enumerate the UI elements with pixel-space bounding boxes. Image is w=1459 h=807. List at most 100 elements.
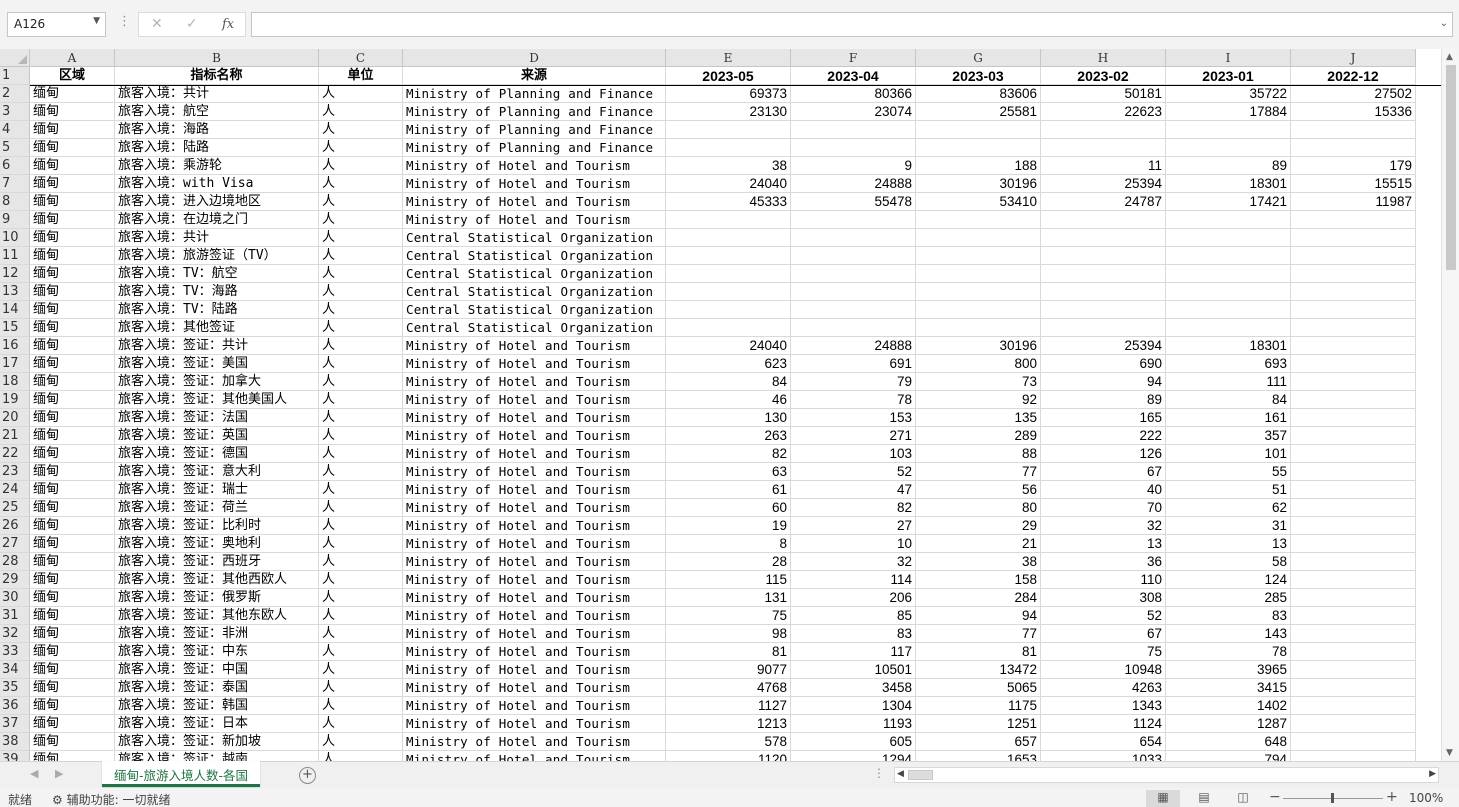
table-cell[interactable]: Ministry of Hotel and Tourism: [403, 409, 666, 427]
row-header[interactable]: 28: [0, 553, 30, 571]
table-cell[interactable]: Ministry of Hotel and Tourism: [403, 211, 666, 229]
table-cell[interactable]: [1041, 211, 1166, 229]
table-cell[interactable]: 222: [1041, 427, 1166, 445]
row-header[interactable]: 38: [0, 733, 30, 751]
table-cell[interactable]: 13472: [916, 661, 1041, 679]
table-cell[interactable]: 357: [1166, 427, 1291, 445]
table-cell[interactable]: 80: [916, 499, 1041, 517]
table-cell[interactable]: 人: [319, 553, 403, 571]
table-cell[interactable]: 缅甸: [30, 175, 115, 193]
table-cell[interactable]: [791, 265, 916, 283]
table-cell[interactable]: 缅甸: [30, 679, 115, 697]
normal-view-icon[interactable]: ▦: [1146, 790, 1180, 807]
table-cell[interactable]: 旅客入境：签证：其他美国人: [115, 391, 319, 409]
table-cell[interactable]: [1166, 139, 1291, 157]
table-cell[interactable]: 70: [1041, 499, 1166, 517]
row-header[interactable]: 18: [0, 373, 30, 391]
row-header[interactable]: 9: [0, 211, 30, 229]
table-cell[interactable]: [1291, 445, 1416, 463]
table-cell[interactable]: 4768: [666, 679, 791, 697]
table-cell[interactable]: 旅客入境：签证：其他东欧人: [115, 607, 319, 625]
column-header-e[interactable]: E: [666, 49, 791, 67]
table-cell[interactable]: 1251: [916, 715, 1041, 733]
row-header[interactable]: 37: [0, 715, 30, 733]
table-cell[interactable]: 缅甸: [30, 193, 115, 211]
table-cell[interactable]: [1041, 301, 1166, 319]
row-header[interactable]: 34: [0, 661, 30, 679]
table-cell[interactable]: 1653: [916, 751, 1041, 761]
table-cell[interactable]: [1041, 139, 1166, 157]
table-cell[interactable]: [1291, 697, 1416, 715]
table-cell[interactable]: 缅甸: [30, 517, 115, 535]
table-cell[interactable]: 83: [1166, 607, 1291, 625]
table-cell[interactable]: 15336: [1291, 103, 1416, 121]
table-cell[interactable]: 188: [916, 157, 1041, 175]
table-cell[interactable]: 人: [319, 103, 403, 121]
table-cell[interactable]: 缅甸: [30, 427, 115, 445]
header-cell[interactable]: 2023-02: [1041, 67, 1166, 85]
table-cell[interactable]: 人: [319, 121, 403, 139]
table-cell[interactable]: Ministry of Hotel and Tourism: [403, 157, 666, 175]
table-cell[interactable]: 22623: [1041, 103, 1166, 121]
row-header[interactable]: 31: [0, 607, 30, 625]
table-cell[interactable]: [1166, 229, 1291, 247]
table-cell[interactable]: 旅客入境：航空: [115, 103, 319, 121]
table-cell[interactable]: 11987: [1291, 193, 1416, 211]
table-cell[interactable]: 60: [666, 499, 791, 517]
table-cell[interactable]: [791, 283, 916, 301]
table-cell[interactable]: [1041, 319, 1166, 337]
table-cell[interactable]: 人: [319, 697, 403, 715]
table-cell[interactable]: 17421: [1166, 193, 1291, 211]
column-header-d[interactable]: D: [403, 49, 666, 67]
table-cell[interactable]: 4263: [1041, 679, 1166, 697]
table-cell[interactable]: 51: [1166, 481, 1291, 499]
column-header-j[interactable]: J: [1291, 49, 1416, 67]
table-cell[interactable]: [916, 121, 1041, 139]
scroll-up-icon[interactable]: ▲: [1446, 52, 1453, 62]
table-cell[interactable]: [916, 211, 1041, 229]
table-cell[interactable]: Ministry of Hotel and Tourism: [403, 445, 666, 463]
table-cell[interactable]: [666, 211, 791, 229]
table-cell[interactable]: 53410: [916, 193, 1041, 211]
table-cell[interactable]: 13: [1041, 535, 1166, 553]
table-cell[interactable]: 缅甸: [30, 355, 115, 373]
table-cell[interactable]: 1175: [916, 697, 1041, 715]
table-cell[interactable]: 缅甸: [30, 139, 115, 157]
table-cell[interactable]: [1291, 517, 1416, 535]
table-cell[interactable]: 9077: [666, 661, 791, 679]
table-cell[interactable]: 旅客入境：签证：泰国: [115, 679, 319, 697]
table-cell[interactable]: 人: [319, 517, 403, 535]
table-cell[interactable]: 人: [319, 715, 403, 733]
table-cell[interactable]: 1127: [666, 697, 791, 715]
table-cell[interactable]: 24040: [666, 175, 791, 193]
table-cell[interactable]: Ministry of Hotel and Tourism: [403, 481, 666, 499]
table-cell[interactable]: 旅客入境：TV：航空: [115, 265, 319, 283]
table-cell[interactable]: [916, 229, 1041, 247]
table-cell[interactable]: 人: [319, 85, 403, 103]
table-cell[interactable]: [1291, 265, 1416, 283]
table-cell[interactable]: [1291, 481, 1416, 499]
zoom-level[interactable]: 100%: [1409, 791, 1443, 805]
header-cell[interactable]: 2023-01: [1166, 67, 1291, 85]
table-cell[interactable]: [1291, 751, 1416, 761]
table-cell[interactable]: 人: [319, 661, 403, 679]
row-header[interactable]: 27: [0, 535, 30, 553]
table-cell[interactable]: 206: [791, 589, 916, 607]
scroll-down-icon[interactable]: ▼: [1446, 748, 1453, 758]
row-header[interactable]: 13: [0, 283, 30, 301]
table-cell[interactable]: [666, 247, 791, 265]
table-cell[interactable]: 38: [666, 157, 791, 175]
table-cell[interactable]: 缅甸: [30, 751, 115, 761]
table-cell[interactable]: 50181: [1041, 85, 1166, 103]
table-cell[interactable]: 缅甸: [30, 499, 115, 517]
table-cell[interactable]: 143: [1166, 625, 1291, 643]
horizontal-scroll-thumb[interactable]: [908, 770, 933, 780]
table-cell[interactable]: [1291, 625, 1416, 643]
row-header[interactable]: 8: [0, 193, 30, 211]
row-header[interactable]: 5: [0, 139, 30, 157]
table-cell[interactable]: 缅甸: [30, 481, 115, 499]
table-cell[interactable]: 旅客入境：签证：西班牙: [115, 553, 319, 571]
table-cell[interactable]: 旅客入境：签证：共计: [115, 337, 319, 355]
table-cell[interactable]: 旅客入境：进入边境地区: [115, 193, 319, 211]
table-cell[interactable]: 人: [319, 733, 403, 751]
